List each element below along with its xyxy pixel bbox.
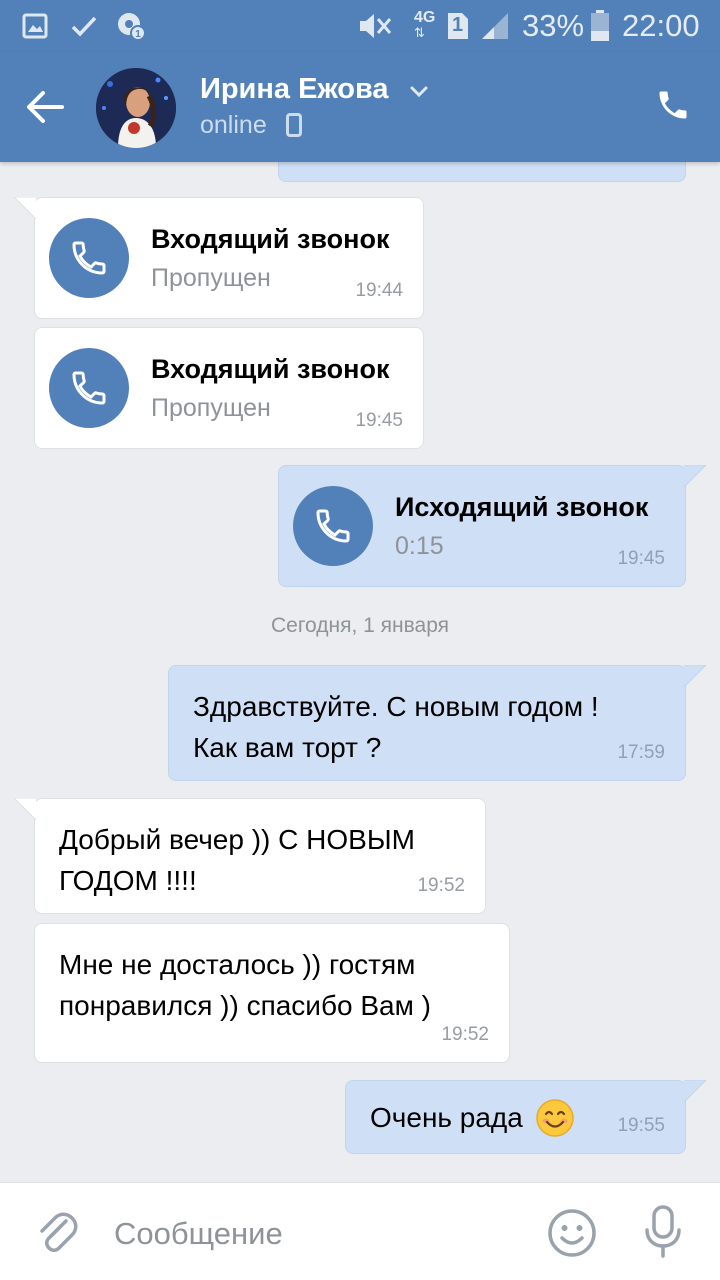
signal-icon xyxy=(480,10,510,42)
mute-icon xyxy=(356,10,396,42)
message-line: Как вам торт ? xyxy=(193,732,382,763)
phone-icon xyxy=(316,509,350,543)
message-list[interactable]: Входящий звонок Пропущен 19:44 Входящий … xyxy=(0,162,720,1182)
incoming-call-message[interactable]: Входящий звонок Пропущен 19:44 xyxy=(14,197,424,319)
message-input[interactable] xyxy=(114,1213,514,1255)
incoming-call-message[interactable]: Входящий звонок Пропущен 19:45 xyxy=(34,327,424,449)
message-bubble-partial xyxy=(278,162,686,182)
message-line: Очень рада xyxy=(370,1102,523,1133)
phone-icon xyxy=(72,241,106,275)
message-text: Здравствуйте. С новым годом ! Как вам то… xyxy=(193,686,599,768)
message-time: 19:45 xyxy=(355,410,403,431)
chevron-down-icon[interactable] xyxy=(408,80,430,102)
bubble-tail xyxy=(14,197,36,219)
call-icon-circle[interactable] xyxy=(49,348,129,428)
call-status: Пропущен xyxy=(151,394,271,422)
message-text: Очень рада xyxy=(370,1097,575,1138)
incoming-message[interactable]: Добрый вечер )) С НОВЫМ ГОДОМ !!!! 19:52 xyxy=(14,798,486,914)
contact-name[interactable]: Ирина Ежова xyxy=(200,72,389,106)
message-line: ГОДОМ !!!! xyxy=(59,865,197,896)
message-time: 19:52 xyxy=(441,1024,489,1045)
emoji-icon[interactable] xyxy=(546,1207,598,1259)
message-text: Мне не досталось )) гостям понравился ))… xyxy=(59,944,431,1026)
microphone-icon[interactable] xyxy=(638,1203,688,1261)
message-time: 19:52 xyxy=(417,875,465,896)
battery-icon xyxy=(590,10,610,42)
bubble-tail xyxy=(684,665,706,687)
phone-icon xyxy=(72,371,106,405)
call-icon-circle[interactable] xyxy=(49,218,129,298)
message-line: Здравствуйте. С новым годом ! xyxy=(193,691,599,722)
call-status: Пропущен xyxy=(151,264,271,292)
call-title: Исходящий звонок xyxy=(395,492,649,522)
gallery-icon xyxy=(22,10,48,42)
chat-header: Ирина Ежова online xyxy=(0,52,720,162)
bubble-tail xyxy=(684,1080,706,1102)
outgoing-call-message[interactable]: Исходящий звонок 0:15 19:45 xyxy=(278,465,706,587)
settings-badge-icon: 1 xyxy=(116,10,146,42)
message-line: Мне не досталось )) гостям xyxy=(59,949,416,980)
check-icon xyxy=(70,10,98,42)
mobile-icon xyxy=(286,113,302,137)
clock: 22:00 xyxy=(622,8,700,43)
message-input-bar xyxy=(0,1182,720,1280)
avatar[interactable] xyxy=(96,68,176,148)
back-arrow-icon xyxy=(27,91,64,123)
call-icon-circle[interactable] xyxy=(293,486,373,566)
svg-text:1: 1 xyxy=(135,29,141,40)
call-title: Входящий звонок xyxy=(151,224,390,254)
smiling-face-icon xyxy=(536,1098,574,1137)
message-time: 19:55 xyxy=(617,1115,665,1136)
sim-icon: 1 xyxy=(446,10,470,42)
message-time: 17:59 xyxy=(617,742,665,763)
back-button[interactable] xyxy=(20,82,70,132)
call-duration: 0:15 xyxy=(395,532,444,560)
message-text: Добрый вечер )) С НОВЫМ ГОДОМ !!!! xyxy=(59,819,415,901)
paperclip-icon[interactable] xyxy=(32,1207,82,1257)
message-time: 19:44 xyxy=(355,280,403,301)
incoming-message[interactable]: Мне не досталось )) гостям понравился ))… xyxy=(34,923,510,1063)
message-line: Добрый вечер )) С НОВЫМ xyxy=(59,824,415,855)
status-bar: 1 4G ⇅ 1 33% 22:00 xyxy=(0,0,720,52)
battery-percent: 33% xyxy=(522,8,585,43)
bubble-tail xyxy=(14,798,36,820)
outgoing-message[interactable]: Здравствуйте. С новым годом ! Как вам то… xyxy=(168,665,706,781)
contact-status: online xyxy=(200,111,267,139)
call-title: Входящий звонок xyxy=(151,354,390,384)
phone-icon xyxy=(659,91,687,119)
message-line: понравился )) спасибо Вам ) xyxy=(59,990,431,1021)
call-button[interactable] xyxy=(648,80,698,130)
outgoing-message[interactable]: Очень рада 19:55 xyxy=(345,1080,706,1154)
message-time: 19:45 xyxy=(617,548,665,569)
network-type: 4G ⇅ xyxy=(414,9,436,40)
date-separator: Сегодня, 1 января xyxy=(270,614,450,637)
bubble-tail xyxy=(684,465,706,487)
